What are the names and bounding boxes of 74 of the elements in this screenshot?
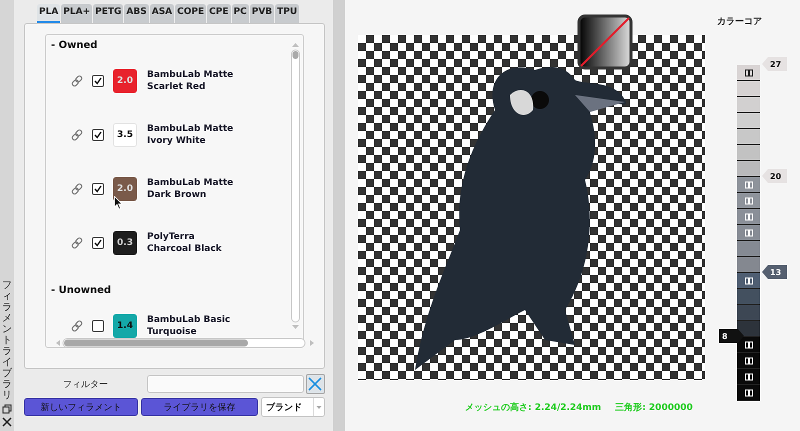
layer-segment[interactable] [737,97,760,113]
layer-marker[interactable]: 8 [719,329,744,343]
layer-segment[interactable] [737,209,760,225]
gradient-preview-icon[interactable] [577,14,633,70]
layer-segment[interactable] [737,65,760,81]
sort-dropdown[interactable]: ブランド [260,397,325,417]
copy-icon[interactable] [2,404,12,414]
layer-marker-icon [744,388,752,396]
layer-marker-icon [744,212,752,220]
layer-marker-icon [744,356,752,364]
layer-marker-icon [744,68,752,76]
color-swatch[interactable]: 2.0 [113,177,137,201]
layer-segment[interactable] [737,193,760,209]
close-icon[interactable] [2,417,12,427]
filament-name: PolyTerra Charcoal Black [147,231,222,255]
layer-marker-icon [744,180,752,188]
triangle-count-text: 三角形: 2000000 [615,402,693,414]
owned-checkbox[interactable] [92,129,104,141]
layer-marker-icon [744,228,752,236]
color-core-title: カラーコア [717,16,762,28]
material-tab[interactable]: PVB [250,4,274,23]
link-icon[interactable] [71,129,83,141]
layer-segment[interactable] [737,369,760,385]
owned-checkbox[interactable] [92,75,104,87]
filament-name: BambuLab Matte Scarlet Red [147,69,234,93]
layer-segment[interactable] [737,113,760,129]
layer-marker-icon [744,196,752,204]
layer-segment[interactable] [737,273,760,289]
owned-checkbox[interactable] [92,320,104,332]
layer-marker-icon [744,372,752,380]
layer-marker[interactable]: 13 [762,265,787,279]
layer-segment[interactable] [737,353,760,369]
material-tab[interactable]: CPE [207,4,231,23]
material-tab[interactable]: ASA [150,4,174,23]
layer-segment[interactable] [737,161,760,177]
layer-marker-icon [744,340,752,348]
mesh-height-text: メッシュの高さ: 2.24/2.24mm [465,401,602,414]
layer-segment[interactable] [737,337,760,353]
library-title: フィラメントライブラリ [2,280,12,401]
material-tab[interactable]: PETG [93,4,124,23]
filament-name: BambuLab Matte Dark Brown [147,177,234,201]
owned-checkbox[interactable] [92,183,104,195]
material-tab[interactable]: PC [232,4,249,23]
mouse-cursor-icon [114,196,123,210]
filament-name: BambuLab Basic Turquoise [147,314,230,338]
link-icon[interactable] [71,183,83,195]
material-tab[interactable]: COPE [175,4,206,23]
layer-segment[interactable] [737,225,760,241]
color-swatch[interactable]: 0.3 [113,231,137,255]
filter-label: フィルター [62,378,109,390]
layer-segment[interactable] [737,177,760,193]
material-tab[interactable]: ABS [124,4,149,23]
filament-name: BambuLab Matte Ivory White [147,123,234,147]
group-header[interactable]: - Owned [51,40,98,51]
link-icon[interactable] [71,237,83,249]
layer-marker[interactable]: 27 [762,57,787,71]
layer-marker-icon [744,276,752,284]
color-swatch[interactable]: 1.4 [113,314,137,338]
material-tab[interactable]: PLA [37,4,60,23]
layer-segment[interactable] [737,81,760,97]
filter-input[interactable] [146,375,304,393]
vertical-scrollbar[interactable] [291,41,300,331]
link-icon[interactable] [71,320,83,332]
material-tab[interactable]: TPU [275,4,300,23]
material-tab[interactable]: PLA+ [61,4,92,23]
layer-segment[interactable] [737,129,760,145]
layer-segment[interactable] [737,145,760,161]
link-icon[interactable] [71,75,83,87]
group-header[interactable]: - Unowned [51,285,112,296]
layer-segment[interactable] [737,385,760,401]
color-swatch[interactable]: 3.5 [113,123,137,147]
owned-checkbox[interactable] [92,237,104,249]
clear-filter-button[interactable] [306,374,325,394]
layer-marker[interactable]: 20 [762,169,787,183]
